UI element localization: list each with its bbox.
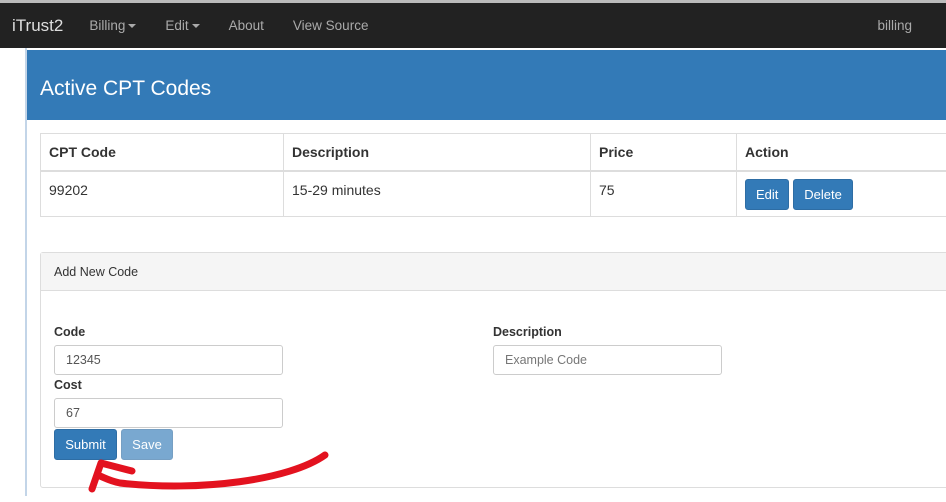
annotation-arrow [88, 451, 329, 493]
